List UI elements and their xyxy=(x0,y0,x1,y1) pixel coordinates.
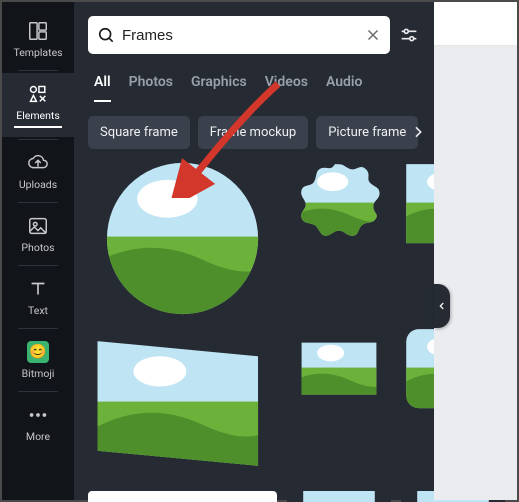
rail-label: Text xyxy=(28,304,48,317)
suggestion-chips-wrap: Square frame Frame mockup Picture frame xyxy=(74,102,434,161)
rail-elements[interactable]: Elements xyxy=(2,73,74,137)
text-icon xyxy=(27,278,49,300)
elements-panel: All Photos Graphics Videos Audio Square … xyxy=(74,2,434,500)
rail-divider xyxy=(18,328,58,329)
clear-icon[interactable] xyxy=(364,26,382,44)
chevron-left-icon xyxy=(437,301,447,311)
rail-label: More xyxy=(26,430,50,443)
more-icon xyxy=(27,404,49,426)
rail-label: Bitmoji xyxy=(22,367,55,380)
templates-icon xyxy=(27,20,49,42)
tab-graphics[interactable]: Graphics xyxy=(191,68,247,102)
chip-square-frame[interactable]: Square frame xyxy=(88,116,190,149)
rail-more[interactable]: More xyxy=(2,394,74,452)
search-row xyxy=(74,2,434,64)
rail-templates[interactable]: Templates xyxy=(2,10,74,68)
tab-all[interactable]: All xyxy=(94,68,111,102)
frame-skew-left[interactable] xyxy=(88,326,277,481)
photos-icon xyxy=(27,215,49,237)
rail-text[interactable]: Text xyxy=(2,268,74,326)
frame-small-rect[interactable] xyxy=(287,326,391,411)
chips-scroll-right-icon[interactable] xyxy=(408,122,428,142)
filter-icon[interactable] xyxy=(398,24,420,46)
rail-photos[interactable]: Photos xyxy=(2,205,74,263)
rail-label: Uploads xyxy=(19,178,57,191)
bitmoji-icon: 😊 xyxy=(27,341,49,363)
elements-icon xyxy=(27,83,49,105)
canvas-surface[interactable] xyxy=(434,46,517,500)
search-input[interactable] xyxy=(122,27,358,44)
tab-videos[interactable]: Videos xyxy=(265,68,308,102)
rail-uploads[interactable]: Uploads xyxy=(2,142,74,200)
frame-wavy-circle[interactable] xyxy=(287,161,391,246)
panel-collapse-button[interactable] xyxy=(434,284,450,328)
canvas-toolbar xyxy=(434,2,517,46)
tab-photos[interactable]: Photos xyxy=(129,68,173,102)
rail-divider xyxy=(18,139,58,140)
suggestion-chips: Square frame Frame mockup Picture frame xyxy=(74,102,434,161)
search-icon xyxy=(96,25,116,45)
frame-photo-strip[interactable] xyxy=(88,491,277,502)
rail-label: Templates xyxy=(13,46,62,59)
rail-label: Elements xyxy=(16,109,60,122)
frame-tall-a[interactable] xyxy=(287,491,391,502)
rail-divider xyxy=(18,265,58,266)
filter-tabs: All Photos Graphics Videos Audio xyxy=(74,64,434,102)
rail-divider xyxy=(18,70,58,71)
tab-audio[interactable]: Audio xyxy=(326,68,363,102)
rail-divider xyxy=(18,202,58,203)
left-rail: Templates Elements Uploads Photos xyxy=(2,2,74,500)
frames-grid xyxy=(74,161,434,451)
rail-label: Photos xyxy=(21,241,54,254)
chip-frame-mockup[interactable]: Frame mockup xyxy=(198,116,308,149)
uploads-icon xyxy=(27,152,49,174)
canvas-area xyxy=(434,2,517,500)
chip-picture-frame[interactable]: Picture frame xyxy=(316,116,418,149)
rail-divider xyxy=(18,391,58,392)
rail-bitmoji[interactable]: 😊 Bitmoji xyxy=(2,331,74,389)
search-box[interactable] xyxy=(88,16,390,54)
frame-circle[interactable] xyxy=(88,161,277,316)
active-underline xyxy=(14,126,62,128)
